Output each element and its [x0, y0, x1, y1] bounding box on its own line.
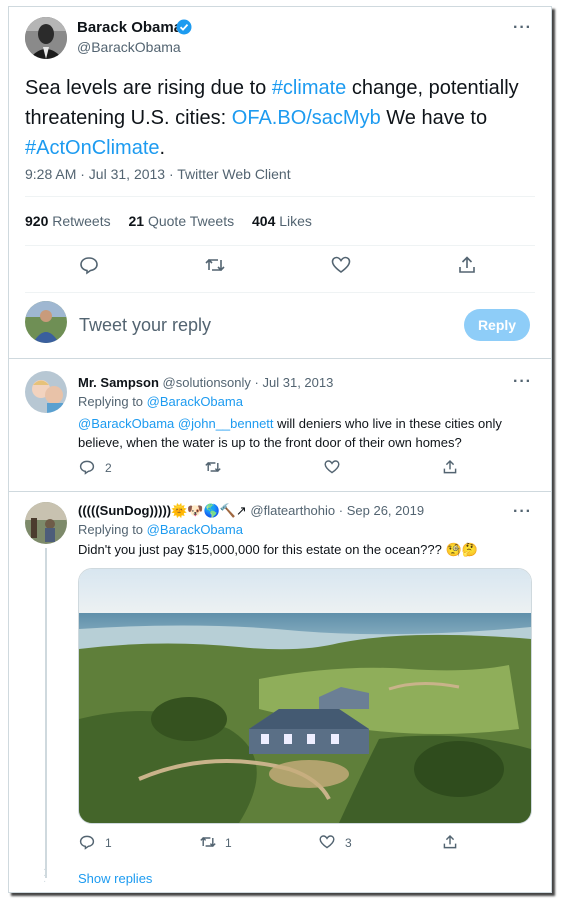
share-icon[interactable] [457, 255, 477, 275]
author-name[interactable]: Barack Obama [77, 19, 182, 36]
tweet-text-part: We have to [380, 107, 488, 129]
sundog-avatar[interactable] [25, 502, 67, 544]
reply2-name-emojis: 🌞🐶🌎🔨↗ [171, 503, 247, 518]
mention-barackobama[interactable]: @BarackObama [78, 416, 174, 431]
estate-photo[interactable] [78, 568, 532, 824]
retweets-count: 920 [25, 213, 49, 229]
author-handle[interactable]: @BarackObama [77, 39, 181, 55]
divider [25, 245, 535, 246]
quotes-stat[interactable]: 21 Quote Tweets [129, 213, 235, 229]
stats-row: 920 Retweets 21 Quote Tweets 404 Likes [25, 213, 312, 229]
retweet-icon[interactable] [204, 459, 222, 475]
divider [9, 491, 551, 492]
reply-icon[interactable] [79, 459, 95, 475]
retweets-label: Retweets [52, 213, 111, 229]
thread-dots: · · · [43, 864, 47, 887]
reply2-text: Didn't you just pay $15,000,000 for this… [78, 542, 478, 557]
like-icon[interactable] [324, 459, 340, 475]
reply2-author-name[interactable]: (((((SunDog))))) [78, 503, 171, 518]
reply2-reply-count: 1 [105, 836, 112, 850]
tweet-meta[interactable]: 9:28 AM · Jul 31, 2013 · Twitter Web Cli… [25, 166, 291, 182]
share-icon[interactable] [442, 459, 458, 475]
hashtag-actonclimate[interactable]: #ActOnClimate [25, 137, 160, 159]
ofa-link[interactable]: OFA.BO/sacMyb [232, 107, 381, 129]
likes-label: Likes [279, 213, 312, 229]
tweet-text-part: . [159, 137, 166, 159]
reply1-author-name[interactable]: Mr. Sampson [78, 375, 159, 390]
likes-count: 404 [252, 213, 276, 229]
tweet-thread-page: Barack Obama @BarackObama ··· Sea levels… [8, 6, 552, 893]
reply1-header: Mr. Sampson @solutionsonly · Jul 31, 201… [78, 375, 333, 390]
reply2-like-count: 3 [345, 836, 352, 850]
like-icon[interactable] [331, 255, 351, 275]
reply2-handle[interactable]: @flatearthohio [250, 503, 335, 518]
replying-to-link[interactable]: @BarackObama [147, 522, 243, 537]
sampson-avatar[interactable] [25, 371, 67, 413]
reply2-date[interactable]: Sep 26, 2019 [347, 503, 424, 518]
retweet-icon[interactable] [204, 255, 226, 275]
reply-button[interactable]: Reply [464, 309, 530, 341]
tweet-text-part: Sea levels are rising due to [25, 77, 272, 99]
divider [25, 292, 535, 293]
reply-icon[interactable] [79, 834, 95, 850]
hashtag-climate[interactable]: #climate [272, 77, 346, 99]
divider [9, 358, 551, 359]
retweets-stat[interactable]: 920 Retweets [25, 213, 111, 229]
tweet-text: Sea levels are rising due to #climate ch… [25, 73, 535, 163]
replying-prefix: Replying to [78, 522, 147, 537]
reply1-reply-count: 2 [105, 461, 112, 475]
reply-composer-input[interactable]: Tweet your reply [79, 315, 211, 336]
reply1-text: @BarackObama @john__bennett will deniers… [78, 414, 523, 452]
more-icon[interactable]: ··· [513, 19, 532, 37]
obama-avatar[interactable] [25, 17, 67, 59]
separator-dot: · [254, 375, 259, 390]
user-avatar[interactable] [25, 301, 67, 343]
reply-icon[interactable] [79, 255, 99, 275]
reply2-replying-to: Replying to @BarackObama [78, 522, 243, 537]
quotes-count: 21 [128, 213, 145, 229]
more-icon[interactable]: ··· [513, 503, 532, 521]
mention-john-bennett[interactable]: @john__bennett [178, 416, 274, 431]
reply1-date[interactable]: Jul 31, 2013 [263, 375, 334, 390]
replying-prefix: Replying to [78, 394, 147, 409]
like-icon[interactable] [319, 834, 335, 850]
more-icon[interactable]: ··· [513, 373, 532, 391]
reply2-retweet-count: 1 [225, 836, 232, 850]
quotes-label: Quote Tweets [147, 213, 235, 229]
show-replies-link[interactable]: Show replies [78, 871, 152, 886]
thread-line [45, 548, 47, 878]
retweet-icon[interactable] [199, 834, 217, 850]
reply1-handle[interactable]: @solutionsonly [163, 375, 251, 390]
divider [25, 196, 535, 197]
separator-dot: · [338, 503, 344, 518]
verified-badge-icon [176, 19, 192, 35]
reply1-replying-to: Replying to @BarackObama [78, 394, 243, 409]
share-icon[interactable] [442, 834, 458, 850]
reply2-header: (((((SunDog)))))🌞🐶🌎🔨↗ @flatearthohio · S… [78, 503, 424, 519]
replying-to-link[interactable]: @BarackObama [147, 394, 243, 409]
likes-stat[interactable]: 404 Likes [252, 213, 312, 229]
